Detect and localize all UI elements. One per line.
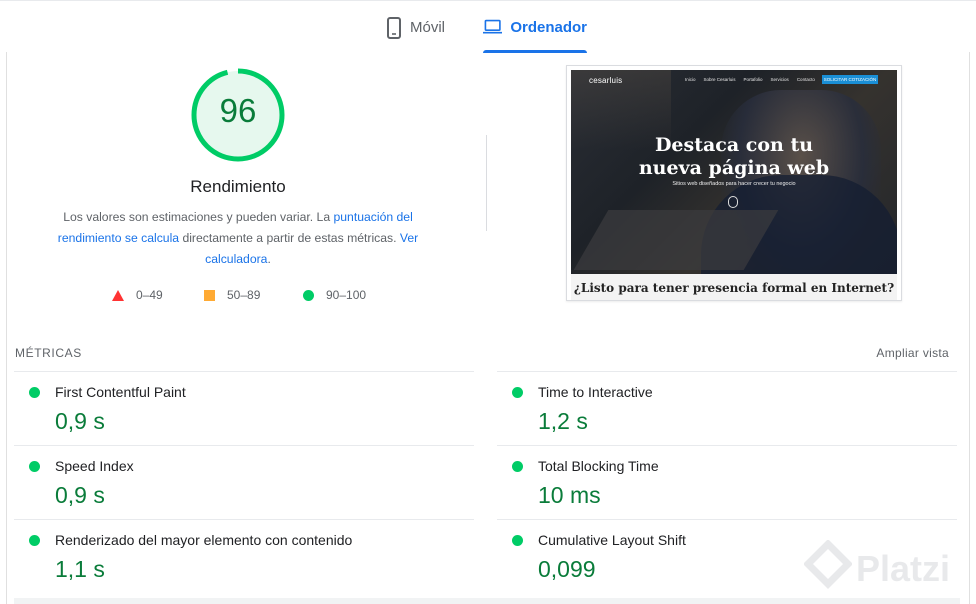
legend-fail-label: 0–49 [136,288,163,302]
preview-nav-item: Portafolio [743,77,763,82]
gauge-title: Rendimiento [190,177,286,196]
desc-text-3: . [267,252,271,266]
legend-pass-label: 90–100 [326,288,367,302]
tab-desktop-label: Ordenador [510,19,587,36]
laptop-icon [483,19,503,34]
pass-circle-icon [512,461,523,472]
metric-total-blocking-time: Total Blocking Time 10 ms [497,446,953,520]
metric-time-to-interactive: Time to Interactive 1,2 s [497,372,953,446]
smartphone-icon [387,17,401,39]
metric-name: Total Blocking Time [538,458,659,474]
desc-text-2: directamente a partir de estas métricas. [179,231,400,245]
legend-average-label: 50–89 [227,288,261,302]
metric-value: 1,2 s [538,408,588,434]
hero-laptop-image [573,210,779,270]
preview-nav-item: Inicio [685,77,696,82]
preview-nav-item: Servicios [770,77,789,82]
pass-circle-icon [29,387,40,398]
metric-name: Time to Interactive [538,384,653,400]
device-tabs: Móvil Ordenador [0,0,976,53]
metric-first-contentful-paint: First Contentful Paint 0,9 s [14,372,470,446]
tab-mobile-label: Móvil [410,19,446,36]
preview-bottom-text: ¿Listo para tener presencia formal en In… [573,281,895,295]
preview-headline-line2: nueva página web [638,157,830,179]
pass-circle-icon [303,289,314,301]
desc-text-1: Los valores son estimaciones y pueden va… [63,210,334,224]
preview-nav-item: Sobre Cesarluis [703,77,736,82]
preview-logo: cesarluis [589,76,623,85]
metric-value: 0,099 [538,556,596,582]
preview-cta-button: SOLICITAR COTIZACIÓN [822,75,878,84]
preview-bottom-band: ¿Listo para tener presencia formal en In… [571,274,897,300]
tab-mobile[interactable]: Móvil [386,15,445,53]
metric-speed-index: Speed Index 0,9 s [14,446,470,520]
average-square-icon [204,289,215,301]
pass-circle-icon [512,535,523,546]
platzi-logo-icon [804,540,852,589]
screenshot-hero: cesarluis Inicio Sobre Cesarluis Portafo… [571,70,897,274]
card-border-right [969,52,970,604]
legend-fail: 0–49 [112,288,163,302]
metric-value: 1,1 s [55,556,105,582]
score-description: Los valores son estimaciones y pueden va… [50,207,426,270]
metric-name: First Contentful Paint [55,384,186,400]
fail-triangle-icon [112,289,124,301]
preview-headline-line1: Destaca con tu [654,134,814,156]
watermark-text: Platzi [856,548,951,589]
scroll-down-icon [728,196,738,208]
card-border-left [6,52,7,604]
final-screenshot: cesarluis Inicio Sobre Cesarluis Portafo… [566,65,902,301]
metric-value: 10 ms [538,482,601,508]
legend-average: 50–89 [204,288,260,302]
legend-pass: 90–100 [303,288,366,302]
expand-view-toggle[interactable]: Ampliar vista [876,346,949,360]
preview-nav-item: Contacto [796,77,815,82]
metric-name: Cumulative Layout Shift [538,532,686,548]
active-tab-indicator [483,50,587,53]
metric-value: 0,9 s [55,408,105,434]
preview-nav: Inicio Sobre Cesarluis Portafolio Servic… [685,77,815,82]
metric-name: Renderizado del mayor elemento con conte… [55,532,353,548]
preview-headline: Destaca con tu nueva página web [571,134,897,180]
performance-score: 96 [219,92,257,129]
pass-circle-icon [29,535,40,546]
metrics-heading: MÉTRICAS [15,346,82,360]
pass-circle-icon [512,387,523,398]
metric-name: Speed Index [55,458,134,474]
pass-circle-icon [29,461,40,472]
preview-subheadline: Sitios web diseñados para hacer crecer t… [672,181,796,187]
platzi-watermark: Platzi [804,540,976,604]
metric-value: 0,9 s [55,482,105,508]
tab-desktop[interactable]: Ordenador [483,15,587,53]
metric-largest-contentful-paint: Renderizado del mayor elemento con conte… [14,520,470,594]
vertical-divider [486,135,487,231]
